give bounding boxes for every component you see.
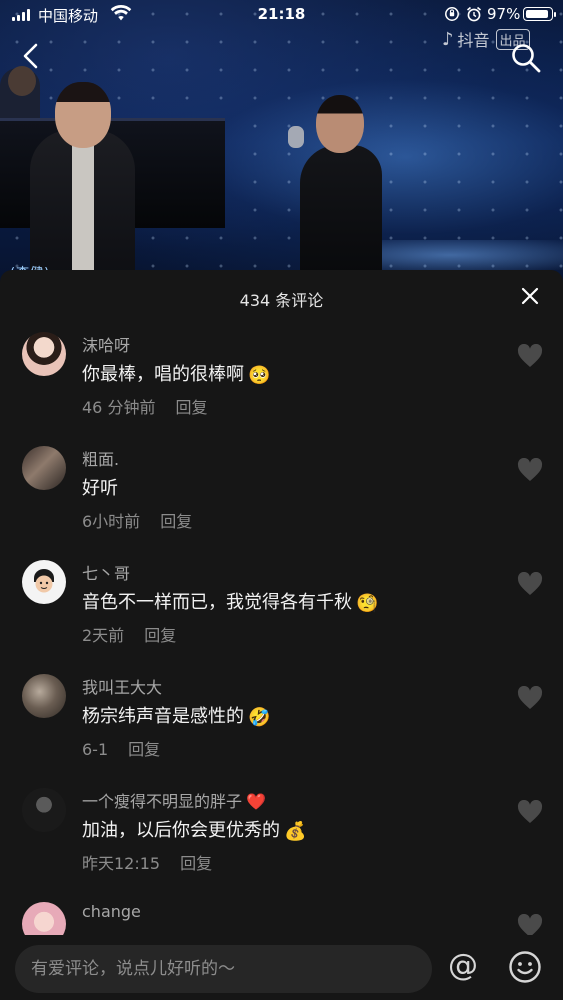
comment-author[interactable]: 沫哈呀 xyxy=(82,332,130,356)
comment-text-content: 你最棒，唱的很棒啊 xyxy=(82,364,244,385)
comment-text: 加油，以后你会更优秀的 💰 xyxy=(82,816,306,842)
comment-item[interactable]: 沫哈呀 你最棒，唱的很棒啊 🥺 46 分钟前 回复 xyxy=(0,332,563,446)
like-heart-icon[interactable] xyxy=(517,458,543,482)
comment-input[interactable] xyxy=(15,945,432,993)
comment-item[interactable]: 我叫王大大 杨宗纬声音是感性的 🤣 6-1 回复 xyxy=(0,674,563,788)
reply-button[interactable]: 回复 xyxy=(128,740,160,759)
close-icon[interactable] xyxy=(519,285,541,307)
pianist-head xyxy=(8,66,36,96)
reply-button[interactable]: 回复 xyxy=(144,626,176,645)
like-heart-icon[interactable] xyxy=(517,572,543,596)
comment-time: 6小时前 xyxy=(82,512,141,531)
reply-button[interactable]: 回复 xyxy=(160,512,192,531)
comment-text-content: 音色不一样而已，我觉得各有千秋 xyxy=(82,592,352,613)
like-heart-icon[interactable] xyxy=(517,344,543,368)
comment-text-content: 加油，以后你会更优秀的 xyxy=(82,820,280,841)
comment-author[interactable]: 一个瘦得不明显的胖子 ❤️ xyxy=(82,788,266,812)
alarm-icon xyxy=(466,6,482,22)
avatar[interactable] xyxy=(22,446,66,490)
mention-at-button[interactable]: @ xyxy=(448,951,478,981)
singer-right xyxy=(300,145,382,285)
singer-left-shirt xyxy=(72,140,94,270)
like-heart-icon[interactable] xyxy=(517,800,543,824)
comment-time: 6-1 xyxy=(82,740,109,759)
avatar[interactable] xyxy=(22,560,66,604)
comments-count-title: 434 条评论 xyxy=(239,291,324,310)
comment-meta: 6-1 回复 xyxy=(82,736,160,760)
comment-text-content: 好听 xyxy=(82,478,118,499)
douyin-logo-icon: ♪ xyxy=(442,28,454,50)
comment-text: 好听 xyxy=(82,474,118,500)
comment-item[interactable]: 粗面. 好听 6小时前 回复 xyxy=(0,446,563,560)
comment-meta: 46 分钟前 回复 xyxy=(82,394,207,418)
reply-button[interactable]: 回复 xyxy=(180,854,212,873)
reply-button[interactable]: 回复 xyxy=(175,398,207,417)
comment-item[interactable]: 一个瘦得不明显的胖子 ❤️ 加油，以后你会更优秀的 💰 昨天12:15 回复 xyxy=(0,788,563,902)
comment-meta: 6小时前 回复 xyxy=(82,508,192,532)
avatar[interactable] xyxy=(22,788,66,832)
watermark-text: 抖音 xyxy=(457,31,490,50)
singer-right-head xyxy=(316,95,364,153)
comment-author-name: 一个瘦得不明显的胖子 xyxy=(82,792,243,811)
avatar[interactable] xyxy=(22,332,66,376)
avatar[interactable] xyxy=(22,674,66,718)
comment-text-content: 杨宗纬声音是感性的 xyxy=(82,706,244,727)
comment-meta: 2天前 回复 xyxy=(82,622,176,646)
like-heart-icon[interactable] xyxy=(517,686,543,710)
comment-time: 昨天12:15 xyxy=(82,854,161,873)
monocle-face-emoji: 🧐 xyxy=(356,593,379,614)
comment-time: 2天前 xyxy=(82,626,125,645)
comment-author[interactable]: 七丶哥 xyxy=(82,560,130,584)
battery-percent: 97% xyxy=(487,5,521,23)
status-bar: 中国移动 21:18 97% xyxy=(0,0,563,28)
comment-meta: 昨天12:15 回复 xyxy=(82,850,212,874)
comment-input-bar: @ xyxy=(0,935,563,1000)
comment-text: 你最棒，唱的很棒啊 🥺 xyxy=(82,360,270,386)
rolling-laughing-emoji: 🤣 xyxy=(248,707,271,728)
comment-item[interactable]: 七丶哥 音色不一样而已，我觉得各有千秋 🧐 2天前 回复 xyxy=(0,560,563,674)
comment-author[interactable]: change xyxy=(82,902,141,921)
singer-left-head xyxy=(55,82,111,148)
comment-text: 音色不一样而已，我觉得各有千秋 🧐 xyxy=(82,588,378,614)
comments-sheet: 434 条评论 沫哈呀 你最棒，唱的很棒啊 🥺 46 分钟前 回复 粗面. 好听 6… xyxy=(0,270,563,1000)
pleading-face-emoji: 🥺 xyxy=(248,365,271,386)
microphone xyxy=(288,126,304,148)
battery-icon xyxy=(523,7,556,21)
cartoon-face-icon xyxy=(34,569,54,593)
money-bag-emoji: 💰 xyxy=(284,821,307,842)
comment-text: 杨宗纬声音是感性的 🤣 xyxy=(82,702,270,728)
comment-time: 46 分钟前 xyxy=(82,398,156,417)
search-icon[interactable] xyxy=(510,42,542,74)
comment-author[interactable]: 粗面. xyxy=(82,446,119,470)
orientation-lock-icon xyxy=(445,7,459,21)
emoji-picker-icon[interactable] xyxy=(508,950,542,984)
red-heart-emoji: ❤️ xyxy=(246,792,266,811)
comment-author[interactable]: 我叫王大大 xyxy=(82,674,162,698)
back-icon[interactable] xyxy=(18,42,46,70)
